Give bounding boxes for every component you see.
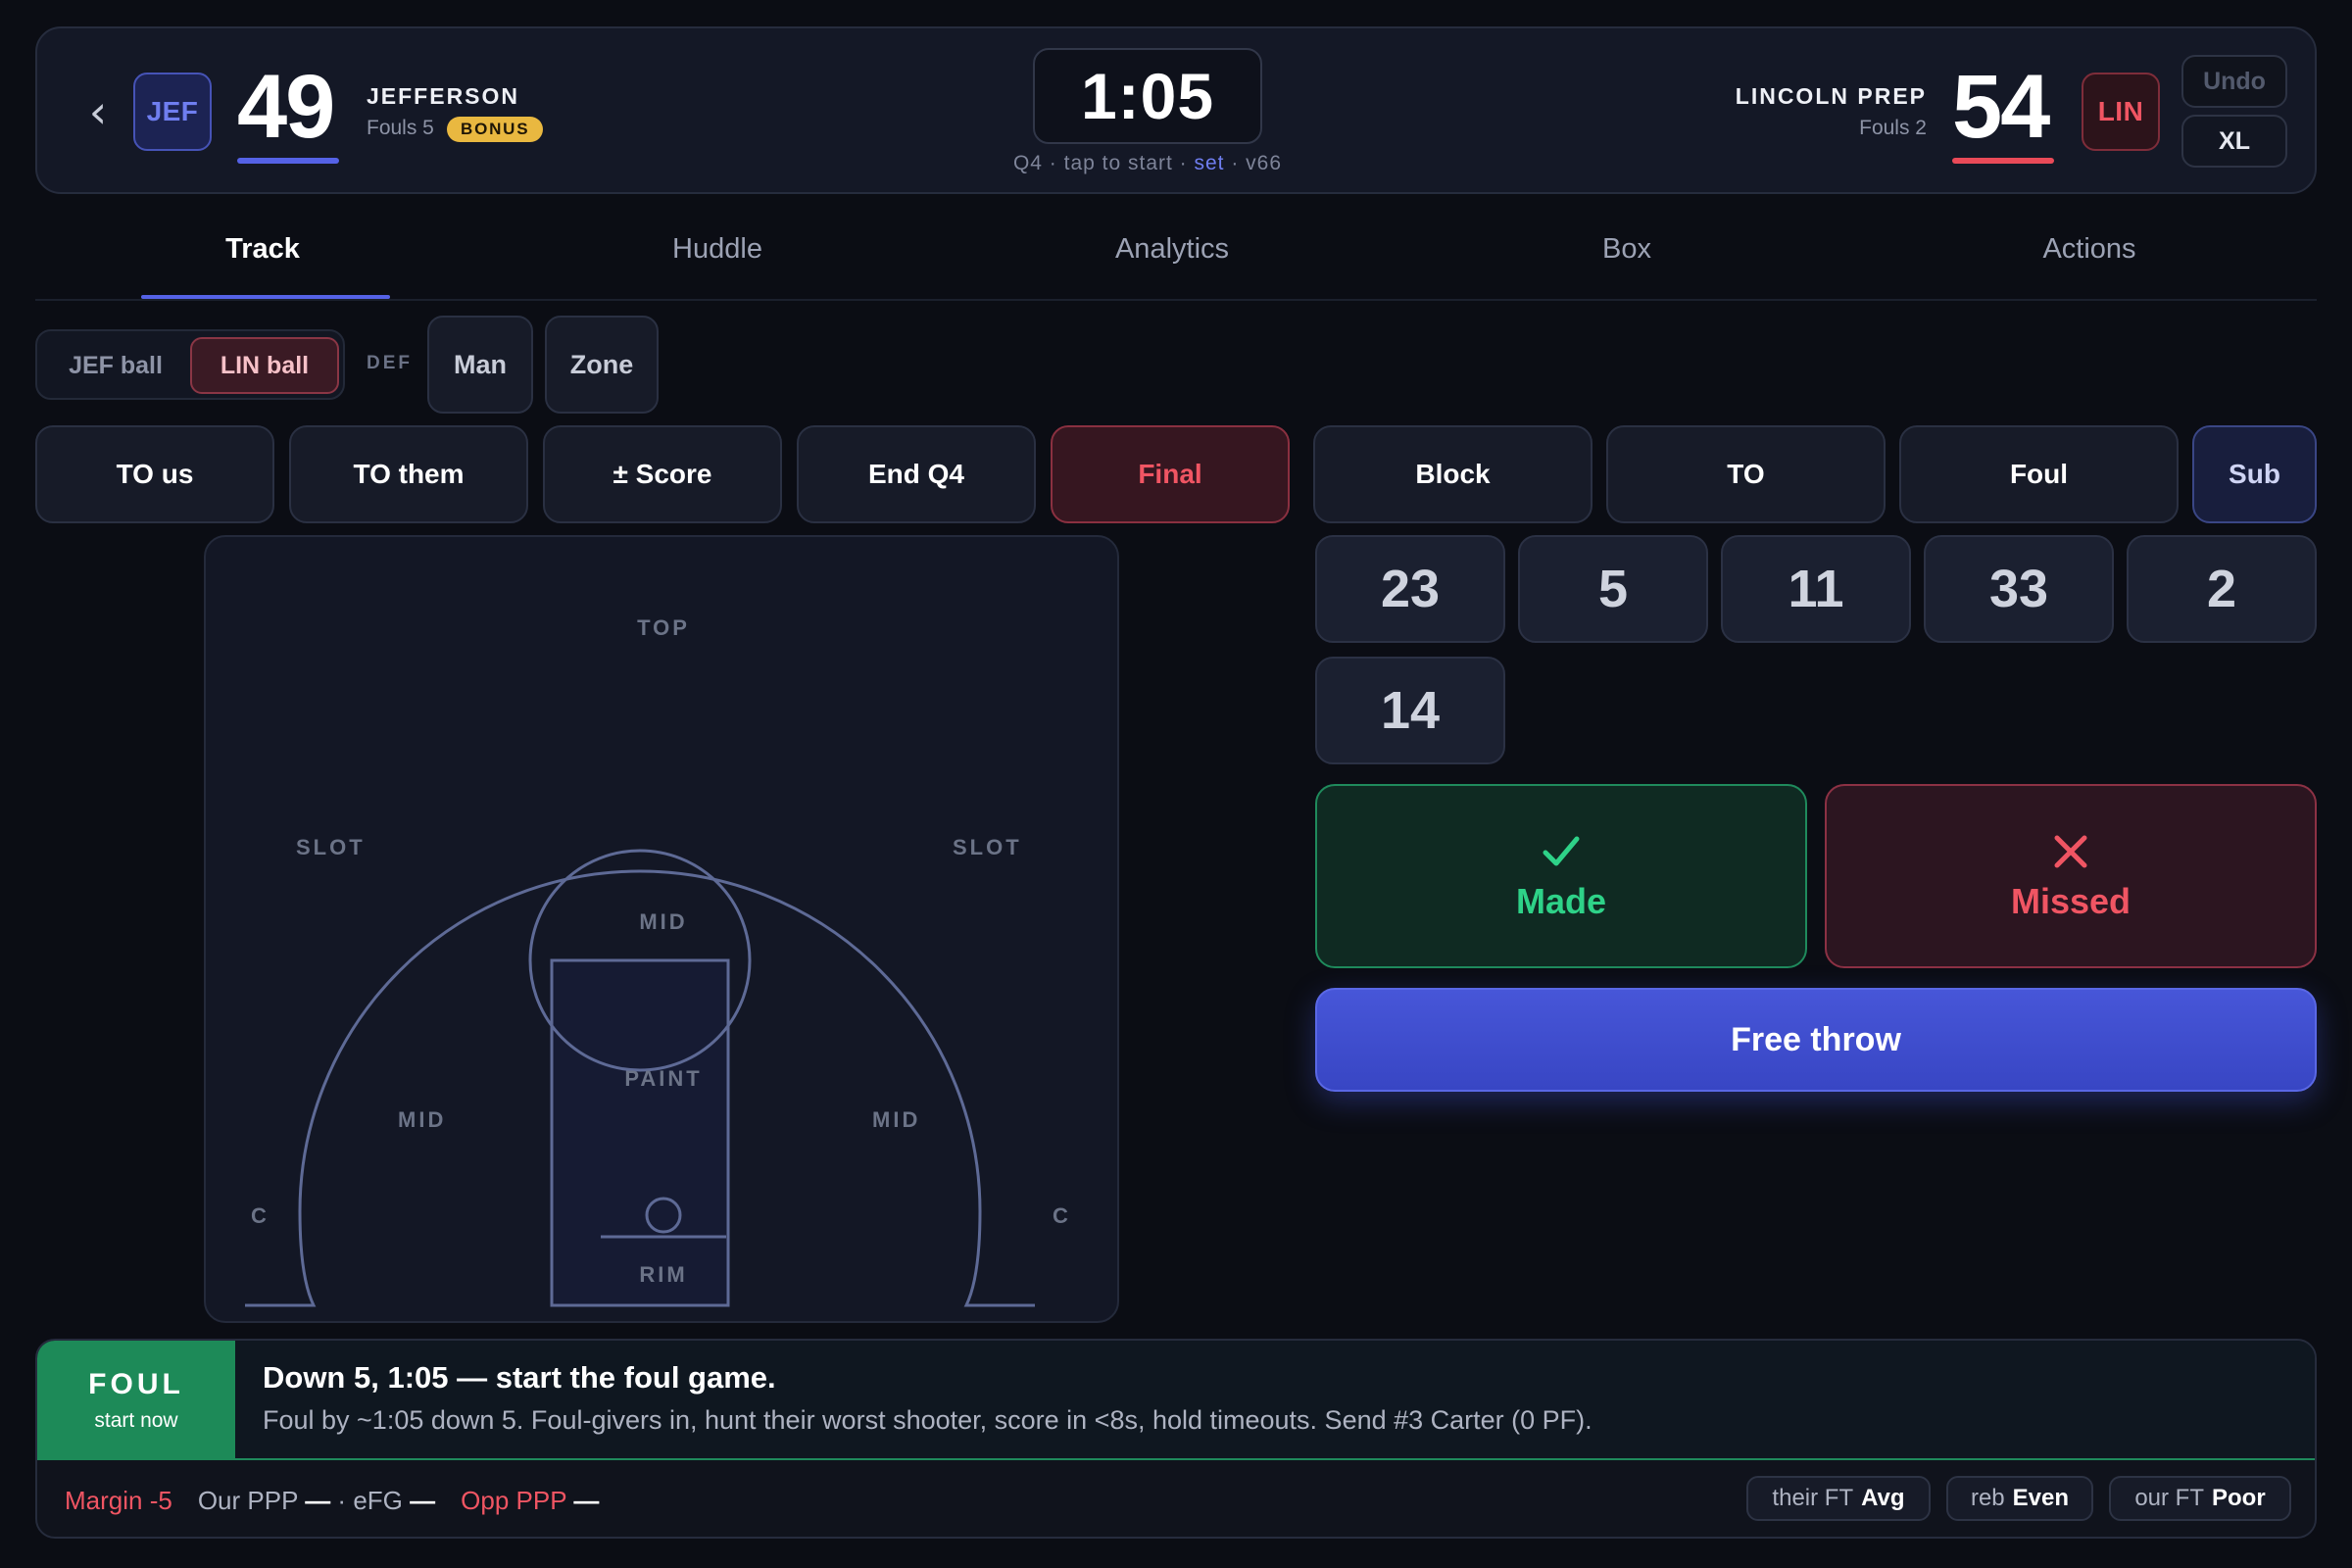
home-team-badge: JEF: [133, 73, 212, 151]
timeout-us-button[interactable]: TO us: [35, 425, 274, 523]
zone-defense-button[interactable]: Zone: [545, 316, 659, 414]
missed-button[interactable]: Missed: [1825, 784, 2317, 968]
zone-corner-left[interactable]: C: [251, 1203, 270, 1229]
check-icon: [1543, 836, 1580, 866]
advisory-tag-subtitle: start now: [94, 1409, 178, 1432]
tabs-divider: [35, 299, 2317, 301]
scoreboard-header: ‹ JEF 49 JEFFERSON Fouls 5 BONUS 1:05 Q4…: [35, 26, 2317, 194]
paint-area: [550, 958, 730, 1307]
advisory-body: Foul by ~1:05 down 5. Foul-givers in, hu…: [263, 1405, 1592, 1435]
made-button[interactable]: Made: [1315, 784, 1807, 968]
free-throw-button[interactable]: Free throw: [1315, 988, 2317, 1092]
bonus-badge: BONUS: [447, 117, 544, 142]
tab-track[interactable]: Track: [35, 233, 490, 276]
player-button[interactable]: 33: [1924, 535, 2114, 643]
final-button[interactable]: Final: [1051, 425, 1290, 523]
away-score-underline: [1952, 158, 2054, 164]
shot-court[interactable]: TOP SLOT SLOT MID MID MID PAINT RIM C C: [204, 535, 1119, 1323]
active-tab-indicator: [141, 295, 390, 299]
set-clock-link[interactable]: set: [1195, 152, 1225, 174]
back-button[interactable]: ‹: [76, 87, 120, 136]
player-button[interactable]: 23: [1315, 535, 1505, 643]
their-ft-pill: their FT Avg: [1746, 1476, 1931, 1521]
player-button[interactable]: 2: [2127, 535, 2317, 643]
chevron-left-icon: ‹: [88, 85, 108, 138]
home-score-underline: [237, 158, 339, 164]
advisory-headline: Down 5, 1:05 — start the foul game.: [263, 1360, 776, 1395]
undo-button[interactable]: Undo: [2181, 55, 2287, 108]
defense-label: DEF: [367, 353, 413, 373]
possession-toggle: JEF ball LIN ball: [35, 329, 345, 400]
player-button[interactable]: 5: [1518, 535, 1708, 643]
turnover-button[interactable]: TO: [1606, 425, 1886, 523]
zone-mid-left[interactable]: MID: [398, 1107, 446, 1133]
x-icon: [2054, 835, 2087, 868]
home-ball-button[interactable]: JEF ball: [45, 337, 186, 394]
opp-ppp-label: Opp PPP: [461, 1486, 567, 1515]
our-ppp-label: Our PPP: [197, 1486, 298, 1515]
away-team-badge: LIN: [2082, 73, 2160, 151]
clock-time: 1:05: [1080, 60, 1215, 132]
away-team-fouls: Fouls 2: [1859, 117, 1927, 139]
zone-corner-right[interactable]: C: [1053, 1203, 1071, 1229]
stats-summary: Margin -5 Our PPP — · eFG — Opp PPP —: [65, 1486, 600, 1515]
made-label: Made: [1515, 881, 1607, 921]
rebound-pill: reb Even: [1946, 1476, 2093, 1521]
missed-label: Missed: [2010, 881, 2132, 921]
end-quarter-button[interactable]: End Q4: [797, 425, 1036, 523]
tab-analytics[interactable]: Analytics: [945, 233, 1399, 276]
clock-status: Q4 · tap to start · set · v66: [1012, 152, 1283, 174]
adjust-score-button[interactable]: ± Score: [543, 425, 782, 523]
tab-actions[interactable]: Actions: [1862, 233, 2317, 276]
sub-button[interactable]: Sub: [2192, 425, 2317, 523]
zone-slot-left[interactable]: SLOT: [296, 835, 366, 860]
home-team-fouls: Fouls 5: [367, 117, 434, 139]
our-ppp-value: —: [305, 1486, 331, 1515]
margin-stat: Margin -5: [65, 1486, 172, 1515]
zone-slot-right[interactable]: SLOT: [953, 835, 1022, 860]
our-ft-pill: our FT Poor: [2109, 1476, 2291, 1521]
game-clock[interactable]: 1:05: [1033, 48, 1262, 144]
home-score[interactable]: 49: [237, 62, 335, 152]
foul-start-now-button[interactable]: FOUL start now: [37, 1341, 235, 1460]
zone-mid-top[interactable]: MID: [206, 909, 1117, 935]
opp-ppp-value: —: [573, 1486, 600, 1515]
tab-huddle[interactable]: Huddle: [490, 233, 945, 276]
away-ball-button[interactable]: LIN ball: [190, 337, 339, 394]
zone-mid-right[interactable]: MID: [872, 1107, 920, 1133]
block-button[interactable]: Block: [1313, 425, 1592, 523]
efg-label: eFG: [353, 1486, 403, 1515]
away-score[interactable]: 54: [1952, 62, 2050, 152]
advisory-banner: [37, 1341, 2315, 1460]
away-team-name: LINCOLN PREP: [1735, 83, 1927, 109]
player-button[interactable]: 14: [1315, 657, 1505, 764]
size-toggle-button[interactable]: XL: [2181, 115, 2287, 168]
tab-box[interactable]: Box: [1399, 233, 1854, 276]
man-defense-button[interactable]: Man: [427, 316, 533, 414]
foul-button[interactable]: Foul: [1899, 425, 2179, 523]
player-button[interactable]: 11: [1721, 535, 1911, 643]
advisory-tag-title: FOUL: [88, 1368, 184, 1400]
home-team-name: JEFFERSON: [367, 83, 520, 109]
foul-advisory-panel: FOUL start now Down 5, 1:05 — start the …: [35, 1339, 2317, 1539]
zone-rim[interactable]: RIM: [206, 1262, 1117, 1288]
zone-top[interactable]: TOP: [206, 615, 1117, 641]
zone-paint[interactable]: PAINT: [206, 1066, 1117, 1092]
timeout-them-button[interactable]: TO them: [289, 425, 528, 523]
efg-value: —: [410, 1486, 436, 1515]
